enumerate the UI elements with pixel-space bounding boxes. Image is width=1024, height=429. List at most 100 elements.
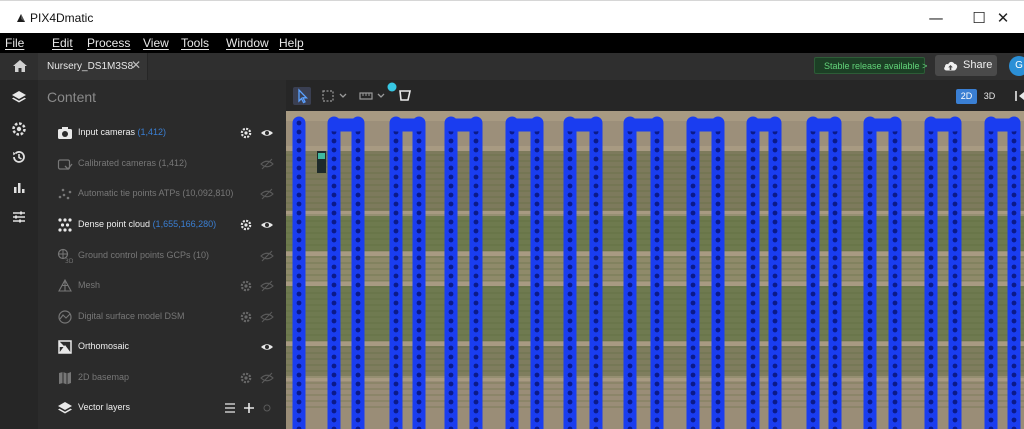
camera-marker	[331, 237, 337, 243]
share-button[interactable]: Share	[935, 55, 997, 76]
camera-marker	[393, 327, 399, 333]
camera-marker	[393, 273, 399, 279]
camera-marker	[715, 192, 721, 198]
add-icon[interactable]	[242, 401, 256, 415]
collapse-panel-icon[interactable]	[1012, 87, 1024, 105]
tab-close-icon[interactable]: ✕	[131, 58, 141, 72]
stable-release-badge[interactable]: Stable release available >	[814, 57, 927, 74]
camera-marker	[810, 201, 816, 207]
rail-filters[interactable]	[0, 202, 38, 232]
rail-history[interactable]	[0, 142, 38, 172]
layer-row[interactable]: Orthomosaic	[38, 332, 286, 363]
camera-marker	[690, 336, 696, 342]
camera-marker	[448, 282, 454, 288]
chevron-down-icon[interactable]	[336, 87, 354, 105]
menu-process[interactable]: Process	[87, 36, 130, 50]
select-cursor-icon[interactable]	[293, 87, 311, 105]
settings-gear-icon[interactable]	[239, 218, 253, 232]
view-3d-toggle[interactable]: 3D	[979, 89, 1000, 104]
layer-row[interactable]: Vector layers	[38, 393, 286, 424]
camera-marker	[952, 138, 958, 144]
layer-row[interactable]: Calibrated cameras (1,412)	[38, 149, 286, 180]
camera-marker	[393, 417, 399, 423]
camera-marker	[627, 381, 633, 387]
camera-marker	[892, 156, 898, 162]
camera-marker	[448, 345, 454, 351]
camera-marker	[296, 354, 302, 360]
layer-row[interactable]: 3D Ground control points GCPs (10)	[38, 241, 286, 272]
camera-marker	[832, 309, 838, 315]
camera-marker	[567, 174, 573, 180]
camera-marker	[567, 300, 573, 306]
rail-processing[interactable]	[0, 114, 38, 144]
visibility-toggle-icon[interactable]	[260, 401, 274, 415]
eye-icon[interactable]	[260, 218, 274, 232]
camera-marker	[355, 381, 361, 387]
camera-marker	[1011, 363, 1017, 369]
settings-gear-icon[interactable]	[239, 126, 253, 140]
layer-row[interactable]: Automatic tie points ATPs (10,092,810)	[38, 179, 286, 210]
eye-icon[interactable]	[260, 126, 274, 140]
settings-gear-icon[interactable]	[239, 279, 253, 293]
left-icon-rail	[0, 80, 38, 429]
orthomosaic-map[interactable]	[286, 111, 1024, 429]
camera-marker	[416, 327, 422, 333]
menu-view[interactable]: View	[143, 36, 169, 50]
menu-file[interactable]: File	[5, 36, 24, 50]
layer-row[interactable]: Dense point cloud (1,655,166,280)	[38, 210, 286, 241]
camera-marker	[416, 300, 422, 306]
minimize-button[interactable]: —	[914, 5, 958, 31]
camera-marker	[473, 210, 479, 216]
project-tab[interactable]: Nursery_DS1M3S8 ✕	[38, 53, 148, 80]
settings-gear-icon[interactable]	[239, 371, 253, 385]
camera-marker	[355, 156, 361, 162]
layer-label: Dense point cloud (1,655,166,280)	[78, 219, 217, 229]
eye-icon[interactable]	[260, 310, 274, 324]
camera-marker	[593, 228, 599, 234]
eye-icon[interactable]	[260, 371, 274, 385]
layer-row[interactable]: Mesh	[38, 271, 286, 302]
eye-icon[interactable]	[260, 340, 274, 354]
view-2d-toggle[interactable]: 2D	[956, 89, 977, 104]
menu-tools[interactable]: Tools	[181, 36, 209, 50]
content-panel: Content Input cameras (1,412) Calibrated …	[38, 80, 286, 429]
camera-marker	[832, 282, 838, 288]
camera-marker	[750, 246, 756, 252]
layer-row[interactable]: Digital surface model DSM	[38, 302, 286, 333]
menu-help[interactable]: Help	[279, 36, 304, 50]
layer-row[interactable]: Input cameras (1,412)	[38, 118, 286, 149]
eye-icon[interactable]	[260, 249, 274, 263]
layer-row[interactable]: 2D basemap	[38, 363, 286, 394]
user-avatar[interactable]: G	[1009, 56, 1024, 76]
camera-marker	[772, 372, 778, 378]
rail-content-layers[interactable]	[0, 82, 38, 112]
camera-marker	[892, 336, 898, 342]
menu-edit[interactable]: Edit	[52, 36, 73, 50]
home-icon[interactable]	[12, 59, 28, 73]
camera-marker	[534, 300, 540, 306]
camera-marker	[892, 255, 898, 261]
close-window-button[interactable]: ✕	[981, 5, 1024, 31]
camera-marker	[355, 390, 361, 396]
camera-marker	[1011, 174, 1017, 180]
camera-marker	[1011, 273, 1017, 279]
list-icon[interactable]	[223, 401, 237, 415]
rail-statistics[interactable]	[0, 172, 38, 202]
eye-icon[interactable]	[260, 279, 274, 293]
settings-gear-icon[interactable]	[239, 310, 253, 324]
menu-window[interactable]: Window	[226, 36, 269, 50]
camera-marker	[952, 273, 958, 279]
camera-marker	[448, 354, 454, 360]
camera-marker	[567, 318, 573, 324]
camera-marker	[715, 399, 721, 405]
camera-marker	[772, 147, 778, 153]
camera-marker	[988, 291, 994, 297]
camera-marker	[416, 201, 422, 207]
polygon-draw-icon[interactable]	[396, 87, 414, 105]
camera-marker	[331, 336, 337, 342]
eye-icon[interactable]	[260, 187, 274, 201]
camera-marker	[772, 363, 778, 369]
camera-marker	[810, 390, 816, 396]
eye-icon[interactable]	[260, 157, 274, 171]
camera-marker	[627, 318, 633, 324]
